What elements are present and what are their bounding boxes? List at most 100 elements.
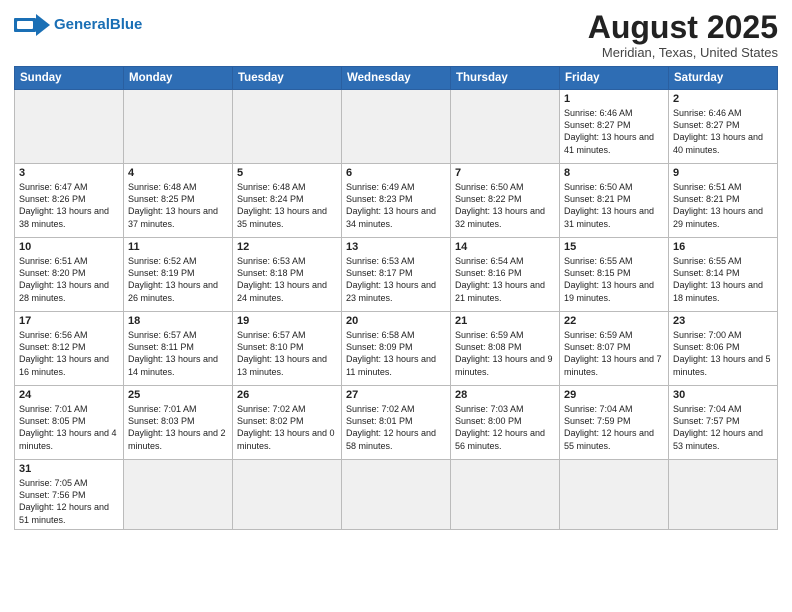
logo-general: General	[54, 16, 110, 33]
day-number: 1	[564, 93, 664, 105]
calendar-week-1: 3 Sunrise: 6:47 AM Sunset: 8:26 PM Daylig…	[15, 164, 778, 238]
day-number: 4	[128, 167, 228, 179]
calendar-cell: 4Sunrise: 6:48 AM Sunset: 8:25 PM Daylig…	[124, 164, 233, 238]
day-info: Sunrise: 7:04 AM Sunset: 7:59 PM Dayligh…	[564, 403, 664, 452]
day-number: 26	[237, 389, 337, 401]
day-info: Sunrise: 6:49 AM Sunset: 8:23 PM Dayligh…	[346, 181, 446, 230]
col-tuesday: Tuesday	[233, 67, 342, 90]
calendar-cell: 29 Sunrise: 7:04 AM Sunset: 7:59 PM Dayli…	[560, 386, 669, 460]
day-number: 8	[564, 167, 664, 179]
calendar-cell: 13Sunrise: 6:53 AM Sunset: 8:17 PM Dayli…	[342, 238, 451, 312]
day-info: Sunrise: 6:57 AM Sunset: 8:10 PM Dayligh…	[237, 329, 337, 378]
day-info: Sunrise: 7:05 AM Sunset: 7:56 PM Dayligh…	[19, 477, 119, 526]
logo-icon	[14, 10, 50, 40]
title-area: August 2025 Meridian, Texas, United Stat…	[588, 10, 778, 60]
calendar-cell: 5Sunrise: 6:48 AM Sunset: 8:24 PM Daylig…	[233, 164, 342, 238]
day-info: Sunrise: 7:02 AM Sunset: 8:01 PM Dayligh…	[346, 403, 446, 452]
calendar-cell: 10Sunrise: 6:51 AM Sunset: 8:20 PM Dayli…	[15, 238, 124, 312]
day-number: 14	[455, 241, 555, 253]
day-number: 19	[237, 315, 337, 327]
calendar-cell: 2Sunrise: 6:46 AM Sunset: 8:27 PM Daylig…	[669, 90, 778, 164]
day-info: Sunrise: 6:51 AM Sunset: 8:20 PM Dayligh…	[19, 255, 119, 304]
day-number: 28	[455, 389, 555, 401]
day-info: Sunrise: 6:51 AM Sunset: 8:21 PM Dayligh…	[673, 181, 773, 230]
calendar-week-2: 10Sunrise: 6:51 AM Sunset: 8:20 PM Dayli…	[15, 238, 778, 312]
calendar-week-3: 17Sunrise: 6:56 AM Sunset: 8:12 PM Dayli…	[15, 312, 778, 386]
calendar-cell: 12Sunrise: 6:53 AM Sunset: 8:18 PM Dayli…	[233, 238, 342, 312]
calendar-cell	[669, 460, 778, 530]
col-friday: Friday	[560, 67, 669, 90]
calendar-cell	[233, 460, 342, 530]
day-number: 27	[346, 389, 446, 401]
day-info: Sunrise: 6:50 AM Sunset: 8:22 PM Dayligh…	[455, 181, 555, 230]
calendar-cell: 19 Sunrise: 6:57 AM Sunset: 8:10 PM Dayli…	[233, 312, 342, 386]
day-number: 20	[346, 315, 446, 327]
calendar-cell: 14 Sunrise: 6:54 AM Sunset: 8:16 PM Dayli…	[451, 238, 560, 312]
col-monday: Monday	[124, 67, 233, 90]
col-wednesday: Wednesday	[342, 67, 451, 90]
calendar-cell	[124, 460, 233, 530]
calendar: Sunday Monday Tuesday Wednesday Thursday…	[14, 66, 778, 530]
day-number: 25	[128, 389, 228, 401]
header: GeneralBlue August 2025 Meridian, Texas,…	[14, 10, 778, 60]
day-number: 18	[128, 315, 228, 327]
calendar-cell: 16Sunrise: 6:55 AM Sunset: 8:14 PM Dayli…	[669, 238, 778, 312]
day-number: 15	[564, 241, 664, 253]
calendar-cell	[560, 460, 669, 530]
calendar-cell	[342, 90, 451, 164]
calendar-week-5: 31Sunrise: 7:05 AM Sunset: 7:56 PM Dayli…	[15, 460, 778, 530]
day-info: Sunrise: 7:00 AM Sunset: 8:06 PM Dayligh…	[673, 329, 773, 378]
month-title: August 2025	[588, 10, 778, 45]
day-number: 17	[19, 315, 119, 327]
day-info: Sunrise: 6:58 AM Sunset: 8:09 PM Dayligh…	[346, 329, 446, 378]
calendar-cell: 11 Sunrise: 6:52 AM Sunset: 8:19 PM Dayli…	[124, 238, 233, 312]
calendar-cell: 28 Sunrise: 7:03 AM Sunset: 8:00 PM Dayli…	[451, 386, 560, 460]
calendar-cell: 17Sunrise: 6:56 AM Sunset: 8:12 PM Dayli…	[15, 312, 124, 386]
calendar-cell: 25 Sunrise: 7:01 AM Sunset: 8:03 PM Dayli…	[124, 386, 233, 460]
calendar-cell: 9Sunrise: 6:51 AM Sunset: 8:21 PM Daylig…	[669, 164, 778, 238]
day-info: Sunrise: 6:52 AM Sunset: 8:19 PM Dayligh…	[128, 255, 228, 304]
day-info: Sunrise: 7:04 AM Sunset: 7:57 PM Dayligh…	[673, 403, 773, 452]
day-info: Sunrise: 7:02 AM Sunset: 8:02 PM Dayligh…	[237, 403, 337, 452]
calendar-cell: 7Sunrise: 6:50 AM Sunset: 8:22 PM Daylig…	[451, 164, 560, 238]
day-number: 24	[19, 389, 119, 401]
day-number: 22	[564, 315, 664, 327]
col-sunday: Sunday	[15, 67, 124, 90]
day-info: Sunrise: 6:47 AM Sunset: 8:26 PM Dayligh…	[19, 181, 119, 230]
day-info: Sunrise: 6:53 AM Sunset: 8:17 PM Dayligh…	[346, 255, 446, 304]
day-number: 23	[673, 315, 773, 327]
day-number: 29	[564, 389, 664, 401]
calendar-cell: 18Sunrise: 6:57 AM Sunset: 8:11 PM Dayli…	[124, 312, 233, 386]
day-info: Sunrise: 7:01 AM Sunset: 8:03 PM Dayligh…	[128, 403, 228, 452]
calendar-cell: 31Sunrise: 7:05 AM Sunset: 7:56 PM Dayli…	[15, 460, 124, 530]
day-info: Sunrise: 6:50 AM Sunset: 8:21 PM Dayligh…	[564, 181, 664, 230]
calendar-cell	[15, 90, 124, 164]
calendar-cell	[342, 460, 451, 530]
day-number: 6	[346, 167, 446, 179]
col-saturday: Saturday	[669, 67, 778, 90]
calendar-cell	[451, 90, 560, 164]
calendar-cell: 1Sunrise: 6:46 AM Sunset: 8:27 PM Daylig…	[560, 90, 669, 164]
calendar-header: Sunday Monday Tuesday Wednesday Thursday…	[15, 67, 778, 90]
day-info: Sunrise: 6:46 AM Sunset: 8:27 PM Dayligh…	[673, 107, 773, 156]
logo-text: GeneralBlue	[54, 17, 142, 34]
day-number: 5	[237, 167, 337, 179]
calendar-cell	[233, 90, 342, 164]
day-number: 30	[673, 389, 773, 401]
day-number: 11	[128, 241, 228, 253]
calendar-cell	[124, 90, 233, 164]
day-info: Sunrise: 7:03 AM Sunset: 8:00 PM Dayligh…	[455, 403, 555, 452]
day-info: Sunrise: 6:59 AM Sunset: 8:08 PM Dayligh…	[455, 329, 555, 378]
logo-blue: Blue	[110, 16, 143, 33]
calendar-cell: 15 Sunrise: 6:55 AM Sunset: 8:15 PM Dayli…	[560, 238, 669, 312]
day-number: 12	[237, 241, 337, 253]
calendar-week-0: 1 Sunrise: 6:46 AM Sunset: 8:27 PM Daylig…	[15, 90, 778, 164]
day-info: Sunrise: 6:54 AM Sunset: 8:16 PM Dayligh…	[455, 255, 555, 304]
day-info: Sunrise: 7:01 AM Sunset: 8:05 PM Dayligh…	[19, 403, 119, 452]
day-number: 3	[19, 167, 119, 179]
col-thursday: Thursday	[451, 67, 560, 90]
calendar-cell: 23 Sunrise: 7:00 AM Sunset: 8:06 PM Dayli…	[669, 312, 778, 386]
logo: GeneralBlue	[14, 10, 142, 40]
calendar-week-4: 24 Sunrise: 7:01 AM Sunset: 8:05 PM Dayli…	[15, 386, 778, 460]
day-info: Sunrise: 6:55 AM Sunset: 8:15 PM Dayligh…	[564, 255, 664, 304]
